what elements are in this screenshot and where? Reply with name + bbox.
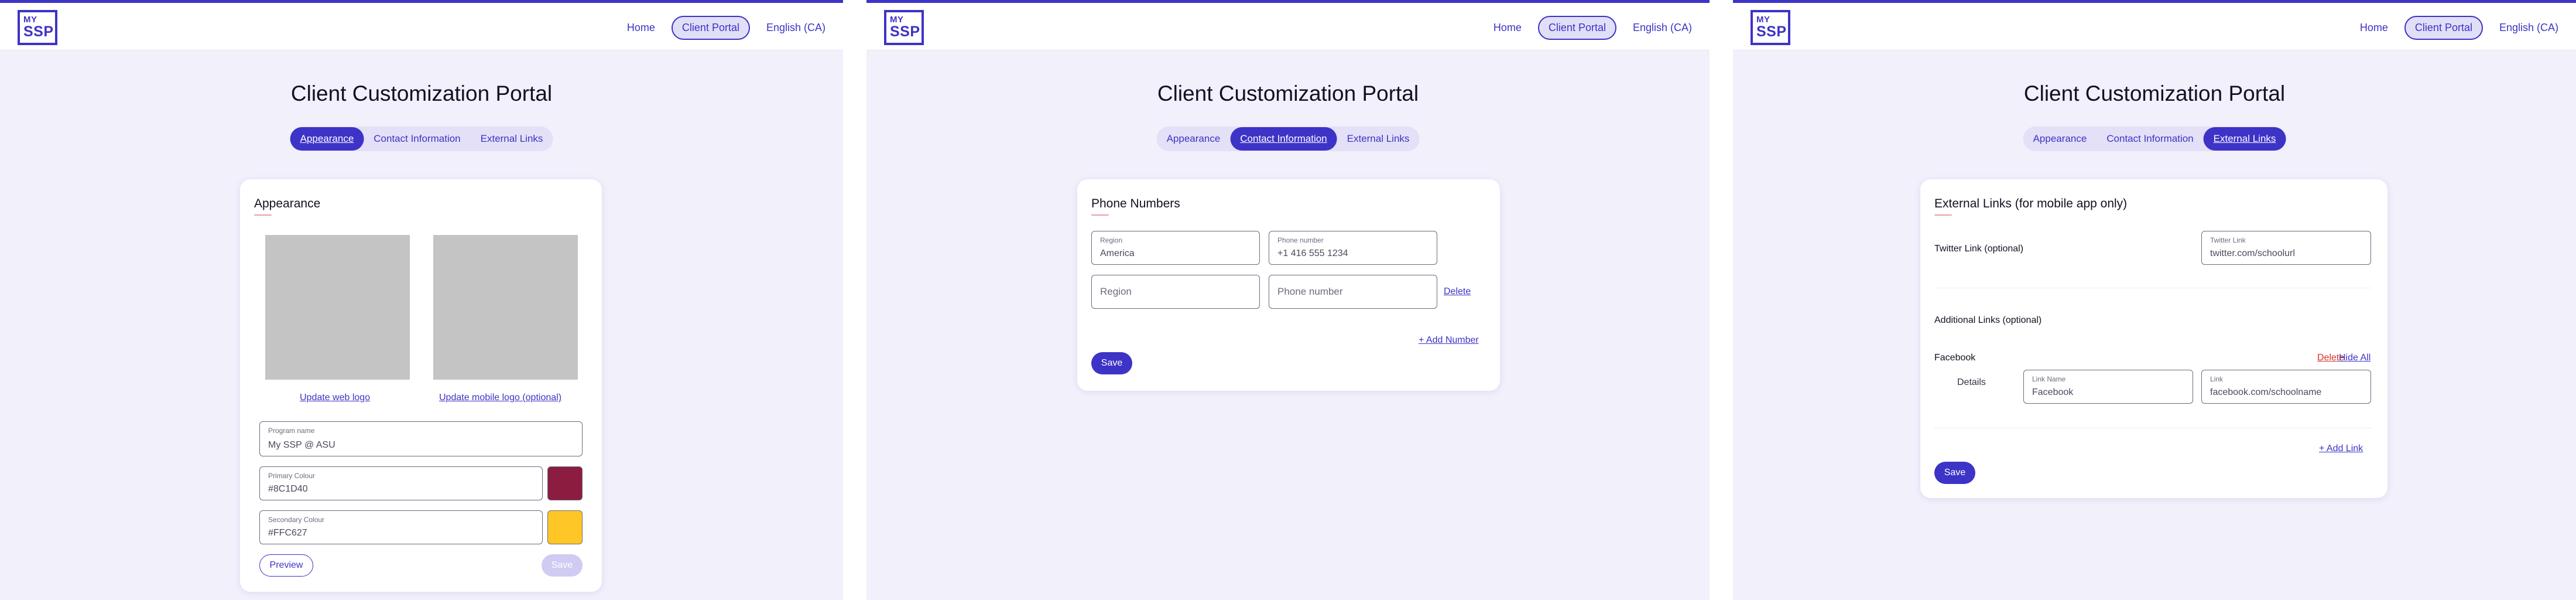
region-field-empty[interactable]: Region [1091, 275, 1260, 309]
nav-client-portal-link[interactable]: Client Portal [1537, 16, 1616, 40]
contact-information-screen: MY SSP Home Client Portal English (CA) C… [866, 0, 1710, 600]
mobile-logo-placeholder [433, 235, 578, 380]
external-links-card: External Links (for mobile app only) Twi… [1920, 179, 2387, 498]
portal-tabs: Appearance Contact Information External … [290, 127, 553, 151]
top-navbar: MY SSP Home Client Portal English (CA) [1733, 3, 2576, 50]
external-links-screen: MY SSP Home Client Portal English (CA) C… [1733, 0, 2576, 600]
card-title: External Links (for mobile app only) [1934, 197, 2128, 210]
region-field[interactable]: Region America [1091, 231, 1260, 265]
delete-number-link[interactable]: Delete [1444, 287, 1471, 297]
tab-contact-information[interactable]: Contact Information [364, 127, 470, 151]
tab-external-links[interactable]: External Links [2203, 127, 2286, 151]
save-button[interactable]: Save [1934, 462, 1975, 484]
title-underline [1091, 214, 1109, 216]
nav-client-portal-link[interactable]: Client Portal [671, 16, 750, 40]
facebook-heading: Facebook [1934, 353, 1976, 363]
card-title: Appearance [254, 197, 321, 210]
secondary-colour-field[interactable]: Secondary Colour #FFC627 [259, 510, 543, 544]
add-link-link[interactable]: + Add Link [2319, 444, 2363, 454]
language-selector[interactable]: English (CA) [766, 22, 825, 34]
appearance-card: Appearance Update web logo Update mobile… [240, 179, 602, 592]
portal-tabs: Appearance Contact Information External … [1156, 127, 1420, 151]
link-url-field[interactable]: Link facebook.com/schoolname [2201, 370, 2371, 404]
tab-contact-information[interactable]: Contact Information [2097, 127, 2203, 151]
update-web-logo-link[interactable]: Update web logo [300, 393, 370, 403]
myssp-logo[interactable]: MY SSP [1751, 10, 1790, 45]
tab-appearance[interactable]: Appearance [2023, 127, 2097, 151]
details-label: Details [1957, 377, 1986, 387]
preview-button[interactable]: Preview [259, 554, 313, 577]
tab-external-links[interactable]: External Links [1337, 127, 1420, 151]
program-name-field[interactable]: Program name My SSP @ ASU [259, 421, 583, 456]
hide-all-link[interactable]: Hide All [2339, 353, 2371, 363]
myssp-logo[interactable]: MY SSP [18, 10, 57, 45]
secondary-colour-swatch[interactable] [547, 510, 583, 544]
page-title: Client Customization Portal [1157, 81, 1419, 105]
language-selector[interactable]: English (CA) [2499, 22, 2558, 34]
tab-appearance[interactable]: Appearance [1157, 127, 1231, 151]
nav-menu: Home Client Portal English (CA) [627, 16, 825, 40]
phone-number-field[interactable]: Phone number +1 416 555 1234 [1269, 231, 1437, 265]
additional-links-heading: Additional Links (optional) [1934, 315, 2042, 325]
save-button-disabled[interactable]: Save [542, 554, 583, 577]
page-title: Client Customization Portal [2023, 81, 2286, 105]
language-selector[interactable]: English (CA) [1633, 22, 1692, 34]
nav-home-link[interactable]: Home [1493, 22, 1522, 34]
link-name-field[interactable]: Link Name Facebook [2023, 370, 2193, 404]
nav-menu: Home Client Portal English (CA) [2360, 16, 2558, 40]
nav-home-link[interactable]: Home [2360, 22, 2388, 34]
portal-tabs: Appearance Contact Information External … [2023, 127, 2286, 151]
myssp-logo[interactable]: MY SSP [884, 10, 924, 45]
title-underline [254, 214, 272, 216]
card-title: Phone Numbers [1091, 197, 1180, 210]
twitter-heading: Twitter Link (optional) [1934, 244, 2024, 254]
phone-number-field-empty[interactable]: Phone number [1269, 275, 1437, 309]
nav-client-portal-link[interactable]: Client Portal [2404, 16, 2483, 40]
page-title: Client Customization Portal [290, 81, 553, 105]
title-underline [1934, 214, 1952, 216]
top-navbar: MY SSP Home Client Portal English (CA) [866, 3, 1710, 50]
top-navbar: MY SSP Home Client Portal English (CA) [0, 3, 843, 50]
primary-colour-swatch[interactable] [547, 466, 583, 500]
tab-appearance[interactable]: Appearance [290, 127, 364, 151]
nav-home-link[interactable]: Home [627, 22, 655, 34]
save-button[interactable]: Save [1091, 352, 1132, 374]
appearance-screen: MY SSP Home Client Portal English (CA) C… [0, 0, 843, 600]
nav-menu: Home Client Portal English (CA) [1493, 16, 1692, 40]
tab-external-links[interactable]: External Links [471, 127, 553, 151]
phone-numbers-card: Phone Numbers Region America Phone numbe… [1077, 179, 1500, 391]
primary-colour-field[interactable]: Primary Colour #8C1D40 [259, 466, 543, 500]
update-mobile-logo-link[interactable]: Update mobile logo (optional) [439, 393, 561, 403]
tab-contact-information[interactable]: Contact Information [1230, 127, 1337, 151]
twitter-link-field[interactable]: Twitter Link twitter.com/schoolurl [2201, 231, 2371, 265]
web-logo-placeholder [265, 235, 410, 380]
add-number-link[interactable]: + Add Number [1419, 335, 1479, 346]
